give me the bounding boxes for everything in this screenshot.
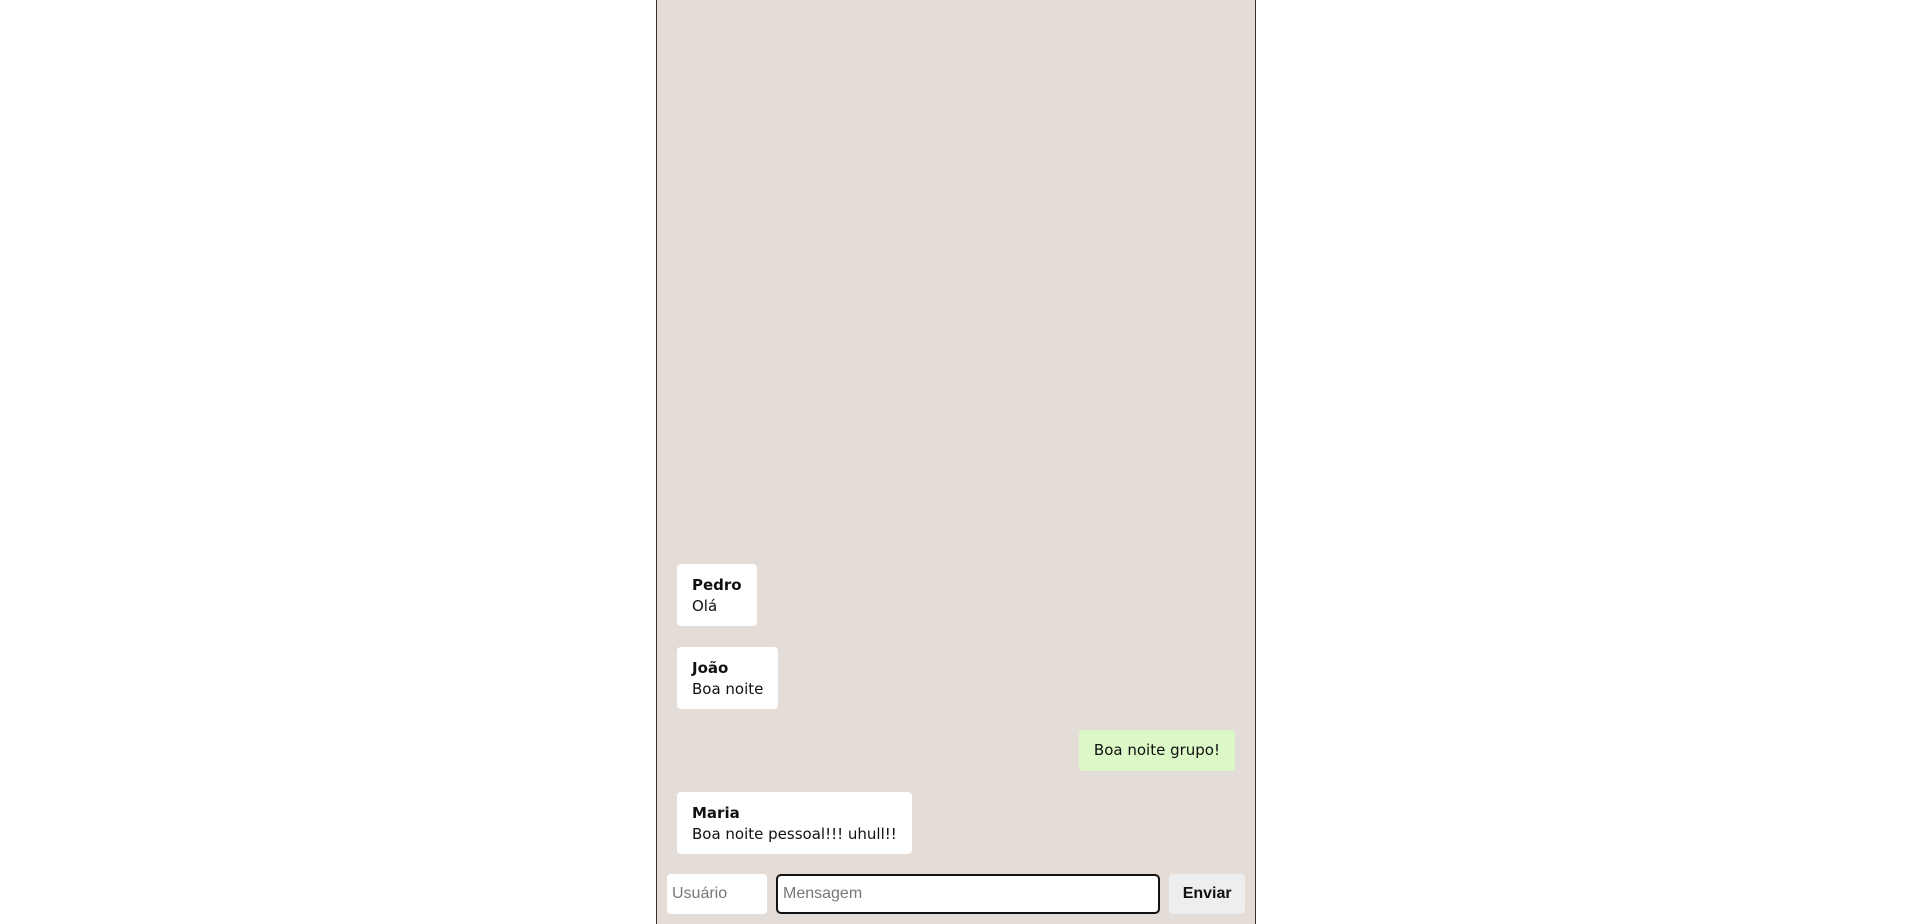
own-message-bubble: Boa noite grupo! [1078,730,1235,771]
message-text: Olá [692,597,718,615]
message-text: Boa noite [692,680,764,698]
send-button[interactable]: Enviar [1169,874,1245,914]
message-list[interactable]: Pedro Olá João Boa noite Boa noite grupo… [657,0,1255,868]
message-bubble: João Boa noite [677,647,779,709]
message-author: Pedro [692,576,742,594]
message-bubble: Pedro Olá [677,564,757,626]
message-input[interactable] [776,874,1161,914]
message-author: Maria [692,804,740,822]
message-author: João [692,659,729,677]
message-text: Boa noite grupo! [1093,741,1220,759]
message-bubble: Maria Boa noite pessoal!!! uhull!! [677,792,912,854]
message-composer: Enviar [667,873,1245,915]
username-input[interactable] [667,874,767,914]
chat-window: Pedro Olá João Boa noite Boa noite grupo… [656,0,1256,924]
message-text: Boa noite pessoal!!! uhull!! [692,825,897,843]
